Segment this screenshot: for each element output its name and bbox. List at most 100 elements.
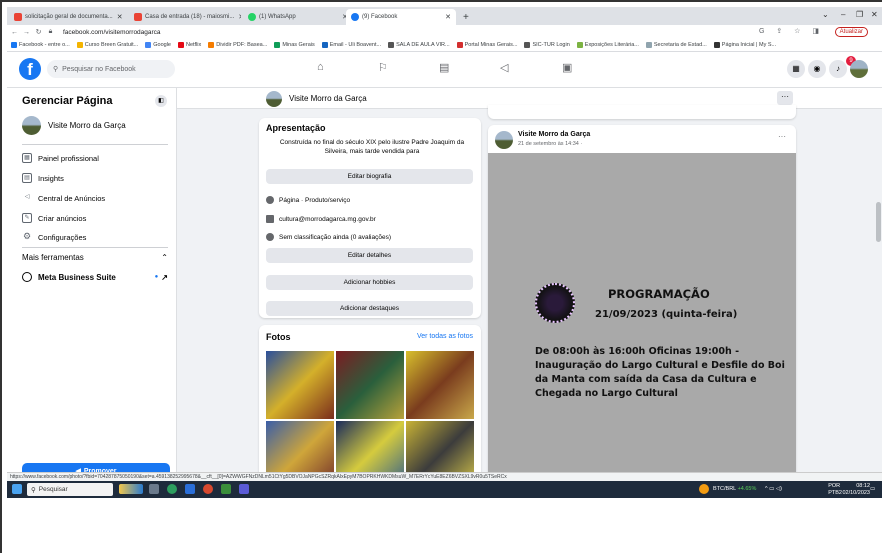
pencil-icon: ✎: [22, 213, 32, 223]
edit-details-button[interactable]: Editar detalhes: [266, 248, 473, 263]
bookmark-item[interactable]: Exposições Literária...: [576, 42, 639, 48]
facebook-logo-icon[interactable]: f: [19, 58, 41, 80]
pages-icon[interactable]: ▤: [439, 61, 449, 74]
menu-grid-icon[interactable]: ▦: [787, 60, 805, 78]
chevron-down-icon[interactable]: ⌄: [822, 10, 829, 19]
notification-center-icon[interactable]: ▭: [870, 486, 875, 492]
photo-thumbnail[interactable]: [406, 351, 474, 419]
address-bar: ← → ↻ 🔒︎ facebook.com/visitemorrodagarca…: [7, 25, 882, 39]
home-icon[interactable]: ⌂: [317, 61, 324, 73]
add-highlights-button[interactable]: Adicionar destaques: [266, 301, 473, 316]
tab-whatsapp[interactable]: (1) WhatsApp✕: [243, 9, 353, 25]
page-scrollbar[interactable]: [876, 202, 881, 242]
post-author[interactable]: Visite Morro da Garça: [518, 131, 590, 138]
more-options-button[interactable]: ···: [777, 91, 793, 105]
see-all-photos-link[interactable]: Ver todas as fotos: [417, 333, 473, 340]
add-hobbies-button[interactable]: Adicionar hobbies: [266, 275, 473, 290]
event-heading: PROGRAMAÇÃO: [608, 287, 710, 301]
search-placeholder: Pesquisar no Facebook: [62, 65, 136, 73]
bookmark-item[interactable]: Email - Uli Boavent...: [321, 42, 381, 48]
tab-facebook[interactable]: (9) Facebook ✕: [346, 9, 456, 25]
clock[interactable]: 08:12 02/10/2023: [842, 483, 870, 496]
new-tab-button[interactable]: +: [458, 9, 474, 25]
windows-taskbar: ⚲ Pesquisar BTC/BRL +4.65% ^ ▭ ◁) POR PT…: [7, 481, 882, 498]
star-icon: [266, 233, 274, 241]
bookmark-item[interactable]: SIC-TUR Login: [524, 42, 570, 48]
sidebar-item-create-ads[interactable]: ✎ Criar anúncios: [22, 213, 86, 223]
tab-gmail-2[interactable]: Casa de entrada (18) - maiosmi...✕: [129, 9, 241, 25]
external-link-icon: ↗: [161, 272, 168, 282]
reload-icon[interactable]: ↻: [34, 28, 43, 36]
photo-thumbnail[interactable]: [266, 351, 334, 419]
back-icon[interactable]: ←: [10, 29, 19, 36]
explorer-icon[interactable]: [185, 484, 195, 494]
sidebar-item-label: Configurações: [38, 232, 87, 242]
bookmark-label: Minas Gerais: [282, 42, 315, 48]
bookmark-item[interactable]: Dividir PDF: Basea...: [208, 42, 267, 48]
btc-ticker[interactable]: BTC/BRL +4.65%: [713, 486, 756, 492]
tab-strip: solicitação geral de documenta... ✕ Casa …: [7, 7, 882, 25]
close-icon[interactable]: ✕: [113, 13, 123, 21]
update-button[interactable]: Atualizar: [834, 27, 868, 37]
photo-thumbnail[interactable]: [336, 351, 404, 419]
app-icon[interactable]: [221, 484, 231, 494]
chevron-up-icon: ⌃: [161, 253, 168, 262]
bookmark-item[interactable]: Portal Minas Gerais...: [456, 42, 517, 48]
page-avatar[interactable]: [266, 91, 282, 107]
facebook-search-input[interactable]: ⚲ Pesquisar no Facebook: [47, 60, 175, 78]
bookmark-item[interactable]: Minas Gerais: [274, 42, 315, 48]
bookmark-item[interactable]: Netflix: [178, 42, 201, 48]
flag-icon[interactable]: ⚐: [378, 61, 388, 74]
sidebar-item-ads-center[interactable]: ◁ Central de Anúncios: [22, 193, 105, 203]
more-tools-label: Mais ferramentas: [22, 253, 84, 262]
bookmark-item[interactable]: Facebook - entre o...: [11, 42, 70, 48]
taskbar-search[interactable]: ⚲ Pesquisar: [27, 483, 113, 496]
widget-icon[interactable]: [119, 484, 143, 494]
meta-business-suite-link[interactable]: Meta Business Suite ● ↗: [22, 272, 168, 282]
messenger-icon[interactable]: ◉: [808, 60, 826, 78]
btc-change: +4.65%: [737, 486, 757, 492]
post-image[interactable]: PROGRAMAÇÃO 21/09/2023 (quinta-feira) De…: [488, 153, 796, 498]
bookmark-item[interactable]: Curso Breen Gratuit...: [76, 42, 138, 48]
email-info[interactable]: cultura@morrodagarca.mg.gov.br: [266, 215, 376, 223]
tab-gmail-1[interactable]: solicitação geral de documenta... ✕: [9, 9, 127, 25]
task-view-icon[interactable]: [149, 484, 159, 494]
post-author-avatar[interactable]: [495, 131, 513, 149]
bookmark-item[interactable]: Página Inicial | My S...: [713, 42, 776, 48]
sidebar-page-name: Visite Morro da Garça: [48, 121, 126, 130]
bookmark-item[interactable]: Secretaria de Estad...: [645, 42, 707, 48]
bookmark-item[interactable]: Google: [145, 42, 171, 48]
video-icon[interactable]: ▣: [562, 61, 572, 74]
close-icon[interactable]: ✕: [234, 13, 241, 21]
post-more-icon[interactable]: ···: [778, 132, 786, 141]
url-field[interactable]: facebook.com/visitemorrodagarca: [63, 29, 161, 36]
bell-icon[interactable]: ♪: [829, 60, 847, 78]
page-title[interactable]: Visite Morro da Garça: [289, 94, 367, 103]
sidebar-item-painel[interactable]: ▦ Painel profissional: [22, 153, 99, 163]
restore-icon[interactable]: ❐: [856, 10, 863, 19]
photos-title: Fotos: [266, 332, 291, 342]
search-icon: ⚲: [31, 486, 36, 494]
sidebar-item-insights[interactable]: ▤ Insights: [22, 173, 64, 183]
email-text: cultura@morrodagarca.mg.gov.br: [279, 215, 376, 223]
close-icon[interactable]: ✕: [441, 13, 451, 21]
bookmark-item[interactable]: SALA DE AULA VIR...: [388, 42, 450, 48]
sidebar-item-settings[interactable]: ⚙ Configurações: [22, 232, 86, 242]
forward-icon[interactable]: →: [22, 29, 31, 36]
sidebar-toggle-icon[interactable]: ◧: [155, 95, 167, 107]
window-close-icon[interactable]: ✕: [871, 10, 878, 19]
avatar[interactable]: [850, 60, 868, 78]
edit-bio-button[interactable]: Editar biografia: [266, 169, 473, 184]
app-icon[interactable]: [239, 484, 249, 494]
more-tools-toggle[interactable]: Mais ferramentas ⌃: [22, 253, 168, 262]
browser-icon[interactable]: [203, 484, 213, 494]
post-date[interactable]: 21 de setembro às 14:34 ·: [518, 141, 582, 147]
windows-start-icon[interactable]: [12, 484, 22, 494]
megaphone-icon[interactable]: ◁: [500, 61, 508, 74]
language-indicator[interactable]: POR PTB2: [828, 483, 842, 496]
chrome-icon[interactable]: [167, 484, 177, 494]
address-actions[interactable]: G ⇪ ☆ ◨: [759, 27, 824, 35]
sidebar-page-switcher[interactable]: Visite Morro da Garça: [22, 116, 126, 135]
tray-icons[interactable]: ^ ▭ ◁): [765, 486, 782, 492]
minimize-icon[interactable]: –: [841, 10, 845, 19]
